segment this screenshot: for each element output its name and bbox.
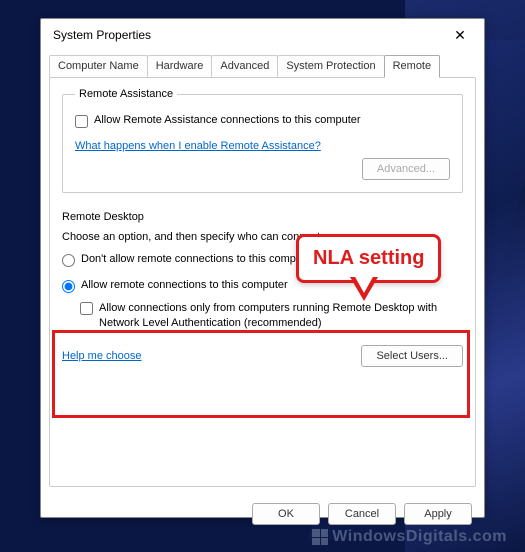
tab-advanced[interactable]: Advanced: [211, 55, 278, 77]
ok-button[interactable]: OK: [252, 503, 320, 525]
cancel-button[interactable]: Cancel: [328, 503, 396, 525]
allow-ra-checkbox[interactable]: [75, 115, 88, 128]
tab-hardware[interactable]: Hardware: [147, 55, 213, 77]
close-icon[interactable]: ✕: [448, 27, 472, 44]
rd-deny-radio[interactable]: [62, 254, 75, 267]
ra-advanced-button: Advanced...: [362, 158, 450, 180]
dialog-button-row: OK Cancel Apply: [41, 495, 484, 525]
help-me-choose-link[interactable]: Help me choose: [62, 350, 142, 362]
allow-ra-row[interactable]: Allow Remote Assistance connections to t…: [75, 114, 450, 128]
nla-label: Allow connections only from computers ru…: [99, 301, 463, 331]
watermark: WindowsDigitals.com: [312, 528, 507, 546]
rd-allow-radio[interactable]: [62, 280, 75, 293]
windows-icon: [312, 529, 328, 545]
annotation-callout-text: NLA setting: [313, 247, 424, 269]
dialog-title: System Properties: [53, 28, 151, 42]
remote-assistance-legend: Remote Assistance: [75, 88, 177, 100]
tab-strip: Computer Name Hardware Advanced System P…: [41, 55, 484, 77]
rd-deny-label: Don't allow remote connections to this c…: [81, 253, 315, 265]
tab-remote[interactable]: Remote: [384, 55, 441, 78]
nla-checkbox[interactable]: [80, 302, 93, 315]
annotation-tail-fill: [354, 275, 374, 293]
tab-system-protection[interactable]: System Protection: [277, 55, 384, 77]
rd-allow-label: Allow remote connections to this compute…: [81, 279, 288, 291]
apply-button[interactable]: Apply: [404, 503, 472, 525]
titlebar: System Properties ✕: [41, 19, 484, 51]
remote-assistance-group: Remote Assistance Allow Remote Assistanc…: [62, 88, 463, 193]
select-users-button[interactable]: Select Users...: [361, 345, 463, 367]
tab-computer-name[interactable]: Computer Name: [49, 55, 148, 77]
watermark-text: WindowsDigitals.com: [332, 528, 507, 546]
nla-row[interactable]: Allow connections only from computers ru…: [80, 301, 463, 331]
ra-help-link[interactable]: What happens when I enable Remote Assist…: [75, 140, 321, 152]
allow-ra-label: Allow Remote Assistance connections to t…: [94, 114, 361, 126]
remote-desktop-heading: Remote Desktop: [62, 211, 463, 223]
